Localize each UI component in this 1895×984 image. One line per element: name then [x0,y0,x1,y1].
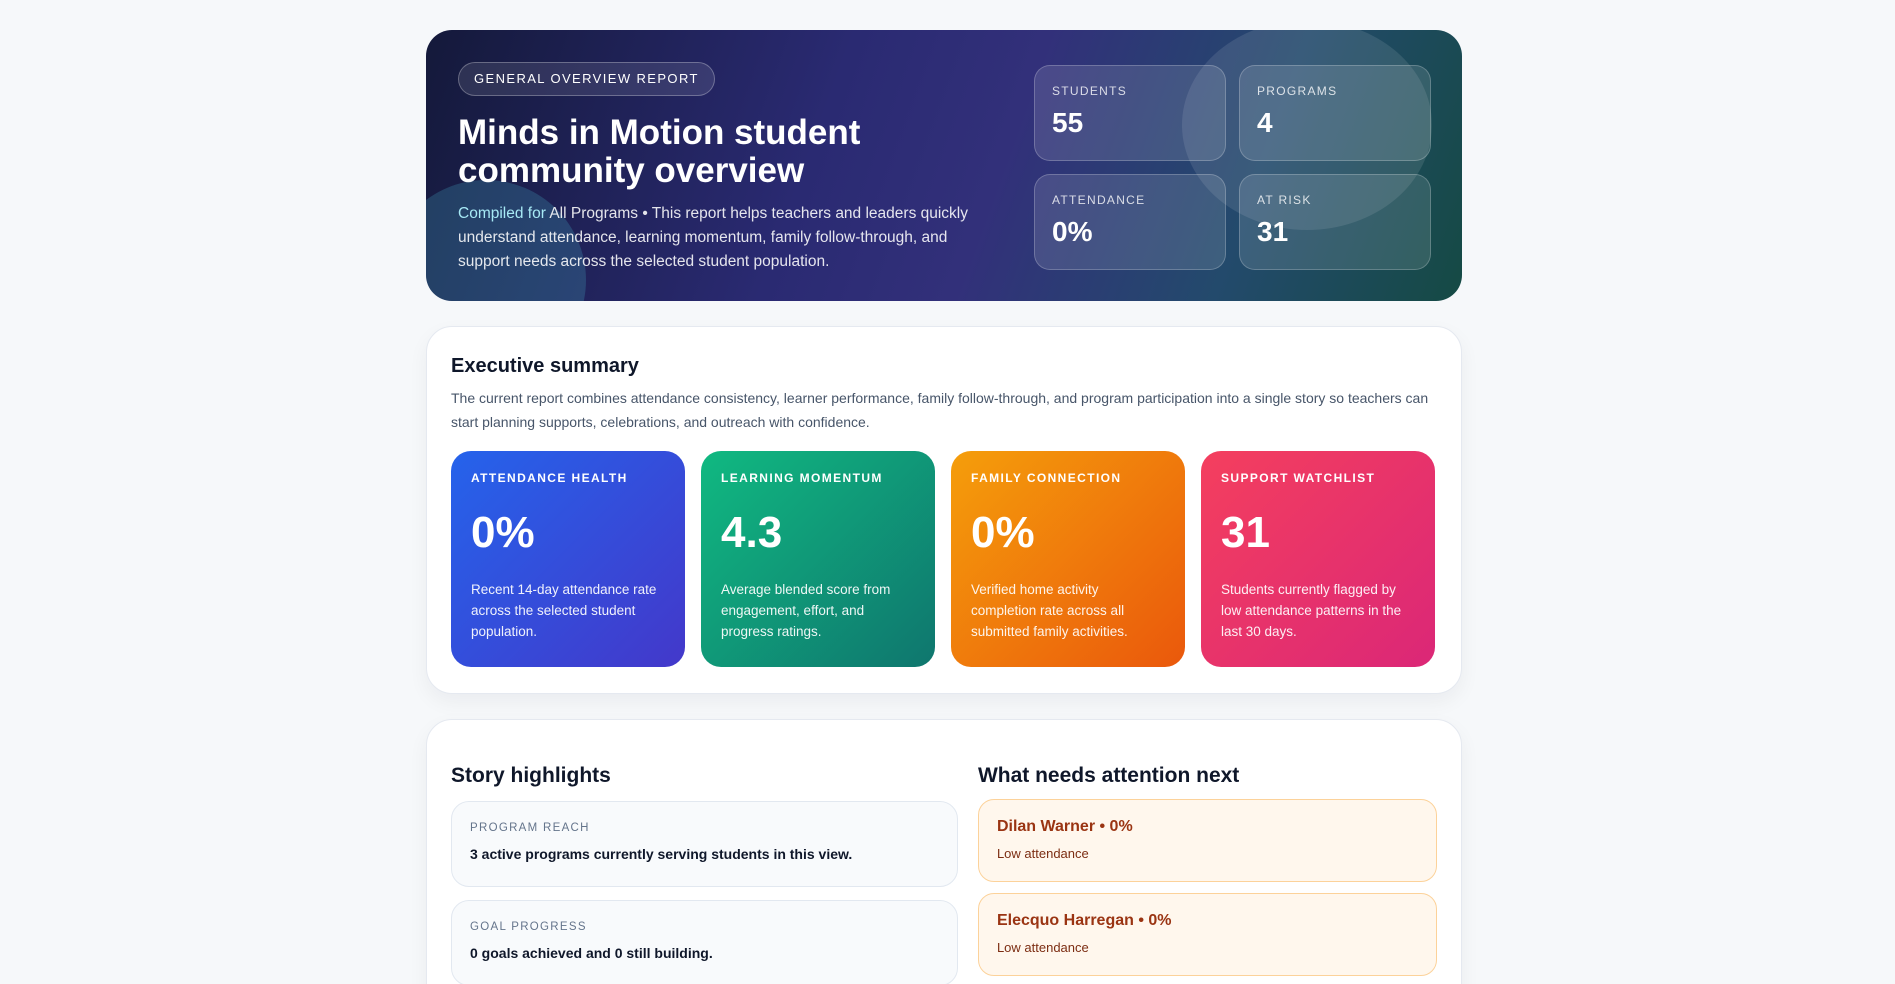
metric-grid: Attendance health 0% Recent 14-day atten… [451,451,1437,667]
metric-value: 0% [471,508,535,557]
section-title: What needs attention next [977,764,1240,787]
metric-description: Average blended score from engagement, e… [721,582,891,639]
hero-description: Compiled for All Programs • This report … [458,202,998,274]
metric-description: Verified home activity completion rate a… [971,582,1128,639]
compiled-for-label: Compiled for [458,205,546,222]
attention-reason: Low attendance [996,846,1089,861]
metric-description: Students currently flagged by low attend… [1221,582,1402,639]
metric-card-attendance-health: Attendance health 0% Recent 14-day atten… [451,451,685,667]
student-name: Dilan Warner • 0% [996,818,1133,835]
metric-value: 0% [971,508,1035,557]
highlight-item-goal-progress: Goal progress 0 goals achieved and 0 sti… [451,900,958,984]
executive-summary-text: The current report combines attendance c… [451,390,1429,430]
hero-stats: Students 55 Programs 4 Attendance 0% At … [1034,65,1431,270]
stat-programs: Programs 4 [1239,65,1431,161]
hero-intro: General overview report Minds in Motion … [458,62,998,274]
metric-label: Family connection [971,471,1122,485]
stat-value: 31 [1257,216,1289,247]
stat-label: Attendance [1052,193,1146,207]
attention-item[interactable]: Elecquo Harregan • 0% Low attendance [977,893,1437,976]
highlight-label: Program reach [470,822,590,834]
story-highlights-column: Story highlights Program reach 3 active … [451,764,958,984]
executive-summary-card: Executive summary The current report com… [426,326,1462,694]
section-title: Executive summary [451,355,639,377]
program-filter-value: All Programs [549,205,639,222]
hero-banner: General overview report Minds in Motion … [426,30,1462,301]
stat-at-risk: At risk 31 [1239,174,1431,270]
attention-item[interactable]: Dilan Warner • 0% Low attendance [977,799,1437,882]
attention-column: What needs attention next Dilan Warner •… [977,764,1437,984]
stat-value: 4 [1257,107,1273,138]
highlight-text: 3 active programs currently serving stud… [470,846,853,862]
report-type-badge: General overview report [458,62,715,96]
highlights-attention-card: Story highlights Program reach 3 active … [426,719,1462,984]
stat-value: 55 [1052,107,1084,138]
highlight-item-program-reach: Program reach 3 active programs currentl… [451,801,958,887]
metric-card-learning-momentum: Learning momentum 4.3 Average blended sc… [701,451,935,667]
metric-description: Recent 14-day attendance rate across the… [471,582,657,639]
stat-label: Programs [1257,84,1338,98]
highlight-label: Goal progress [470,921,587,933]
highlight-text: 0 goals achieved and 0 still building. [470,945,713,961]
stat-label: Students [1052,84,1128,98]
student-name: Elecquo Harregan • 0% [996,912,1172,929]
metric-card-family-connection: Family connection 0% Verified home activ… [951,451,1185,667]
stat-students: Students 55 [1034,65,1226,161]
stat-label: At risk [1257,193,1312,207]
metric-label: Learning momentum [721,471,883,485]
metric-value: 4.3 [721,508,783,557]
report-page: General overview report Minds in Motion … [426,30,1462,984]
stat-value: 0% [1052,216,1093,247]
page-title: Minds in Motion student community overvi… [458,113,861,190]
metric-card-support-watchlist: Support watchlist 31 Students currently … [1201,451,1435,667]
metric-label: Attendance health [471,471,628,485]
metric-value: 31 [1221,508,1270,557]
attention-reason: Low attendance [996,940,1089,955]
section-title: Story highlights [451,764,611,787]
metric-label: Support watchlist [1221,471,1376,485]
stat-attendance: Attendance 0% [1034,174,1226,270]
